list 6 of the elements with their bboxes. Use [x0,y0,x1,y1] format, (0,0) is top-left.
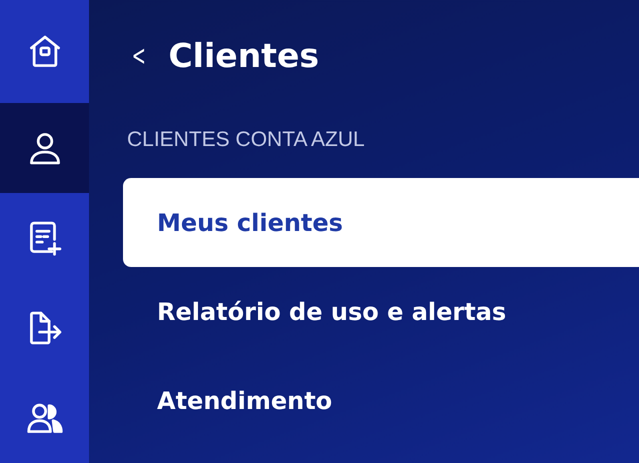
page-title: Clientes [168,36,319,74]
menu-item[interactable]: Meus clientes [123,178,639,267]
menu-item[interactable]: Atendimento [123,356,639,445]
back-button[interactable]: < [129,38,148,72]
section-label: CLIENTES CONTA AZUL [127,128,366,152]
menu-item[interactable]: Relatório de uso e alertas [123,267,639,356]
